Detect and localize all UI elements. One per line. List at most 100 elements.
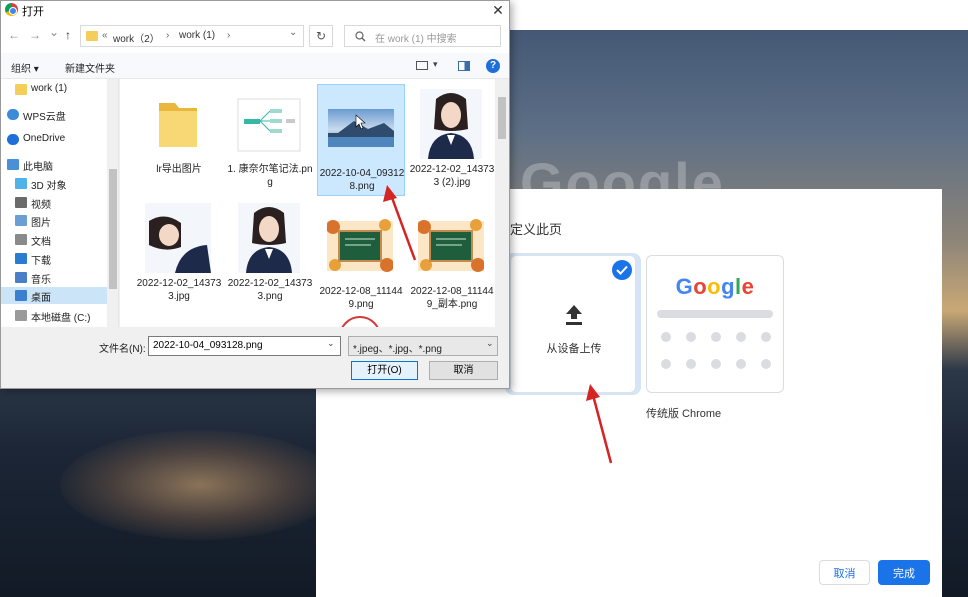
- customize-dialog-title: 定义此页: [510, 222, 563, 237]
- shortcut-dot: [661, 359, 671, 369]
- sidebar-item-label: OneDrive: [23, 133, 66, 144]
- selected-check-icon: [612, 260, 632, 280]
- file-name: 1. 康奈尔笔记法.png: [227, 164, 313, 188]
- file-item[interactable]: [317, 305, 405, 327]
- google-logo-letter: e: [741, 274, 755, 299]
- file-item[interactable]: lr导出图片: [135, 81, 223, 193]
- filename-input[interactable]: 2022-10-04_093128.png: [148, 336, 341, 356]
- file-thumbnail: [236, 89, 302, 159]
- sidebar-item[interactable]: 下载: [1, 250, 109, 267]
- file-thumbnail: [328, 93, 394, 163]
- file-item[interactable]: 2022-12-08_111449.png: [317, 203, 405, 315]
- background-sunset-glow: [60, 430, 340, 540]
- shortcut-dot: [686, 359, 696, 369]
- sidebar-scroll-thumb[interactable]: [109, 169, 117, 289]
- file-open-dialog: 打开 ✕ ← → ⌄ ↑ « work（2） › work (1) › ⌄ ↻ …: [0, 0, 510, 389]
- file-item[interactable]: 1. 康奈尔笔记法.png: [226, 81, 314, 193]
- sidebar-item-label: 文档: [31, 237, 51, 248]
- navigation-bar: ← → ⌄ ↑ « work（2） › work (1) › ⌄ ↻ 在 wor…: [1, 19, 509, 53]
- filetype-select[interactable]: *.jpeg、*.jpg、*.png: [348, 336, 498, 356]
- file-item[interactable]: 2022-12-08_111449_副本.png: [408, 203, 496, 315]
- file-thumbnail: [417, 211, 485, 281]
- refresh-icon[interactable]: ↻: [309, 25, 333, 47]
- classic-chrome-card[interactable]: Google: [646, 255, 784, 393]
- back-arrow-icon[interactable]: ←: [8, 28, 20, 42]
- sidebar-item[interactable]: 3D 对象: [1, 175, 109, 192]
- file-item[interactable]: 2022-12-02_143733.png: [226, 195, 314, 307]
- sidebar-item-label: 视频: [31, 200, 51, 211]
- shortcut-dot: [711, 332, 721, 342]
- sidebar-item[interactable]: 此电脑: [1, 156, 109, 173]
- file-name: 2022-10-04_093128.png: [319, 168, 405, 192]
- sidebar-item-label: WPS云盘: [23, 112, 66, 123]
- up-arrow-icon[interactable]: ↑: [65, 28, 71, 42]
- shortcut-dot: [761, 359, 771, 369]
- file-item[interactable]: 2022-10-04_093128.png: [317, 84, 405, 196]
- pictures-icon: [15, 215, 27, 226]
- shortcut-dot: [711, 359, 721, 369]
- sidebar-item[interactable]: 视频: [1, 194, 109, 211]
- customize-done-button[interactable]: 完成: [878, 560, 930, 585]
- filename-label: 文件名(N):: [99, 344, 146, 355]
- breadcrumb-separator: ›: [227, 30, 231, 41]
- file-name: 2022-12-02_143733.png: [227, 278, 313, 302]
- shortcut-dot: [761, 332, 771, 342]
- filetype-dropdown-icon[interactable]: ⌄: [486, 338, 494, 349]
- documents-icon: [15, 234, 27, 245]
- sidebar-item[interactable]: 文档: [1, 231, 109, 248]
- file-list: lr导出图片 1. 康奈尔笔记法.png 2022-10-04_093128.png…: [120, 79, 509, 327]
- file-list-scrollbar[interactable]: [495, 79, 509, 327]
- view-dropdown-icon[interactable]: ▾: [433, 59, 438, 70]
- file-thumbnail: [418, 89, 484, 159]
- sidebar-item[interactable]: 桌面: [1, 287, 109, 304]
- file-thumbnail: [236, 203, 302, 273]
- google-logo-letter: o: [693, 274, 708, 299]
- file-thumbnail: [327, 313, 393, 327]
- sidebar-item[interactable]: OneDrive: [1, 131, 109, 148]
- dialog-title: 打开: [22, 6, 44, 18]
- sidebar-item[interactable]: 音乐: [1, 269, 109, 286]
- music-icon: [15, 272, 27, 283]
- view-options-icon[interactable]: [416, 61, 428, 70]
- file-list-scroll-thumb[interactable]: [498, 97, 506, 139]
- sidebar-item-label: 桌面: [31, 293, 51, 304]
- google-logo-letter: l: [735, 274, 742, 299]
- address-dropdown-icon[interactable]: ⌄: [289, 27, 297, 38]
- classic-search-bar: [657, 310, 773, 318]
- sidebar-item[interactable]: 图片: [1, 212, 109, 229]
- shortcut-dot: [736, 332, 746, 342]
- close-button[interactable]: ✕: [488, 1, 508, 19]
- breadcrumb-overflow[interactable]: «: [102, 30, 108, 41]
- help-icon[interactable]: ?: [486, 59, 500, 73]
- organize-menu[interactable]: 组织 ▾: [11, 60, 39, 75]
- open-button[interactable]: 打开(O): [351, 361, 418, 380]
- file-name: 2022-12-02_143733.jpg: [136, 278, 222, 302]
- desktop-icon: [15, 290, 27, 301]
- shortcut-dot: [736, 359, 746, 369]
- forward-arrow-icon[interactable]: →: [29, 28, 41, 42]
- sidebar-item[interactable]: WPS云盘: [1, 106, 109, 123]
- sidebar-item[interactable]: work (1): [1, 81, 109, 98]
- dialog-title-bar: 打开 ✕: [1, 1, 509, 19]
- onedrive-icon: [7, 134, 19, 145]
- search-input[interactable]: 在 work (1) 中搜索: [344, 25, 501, 47]
- google-logo-letter: G: [675, 274, 694, 299]
- shortcut-dot: [661, 332, 671, 342]
- breadcrumb-separator: ›: [166, 30, 170, 41]
- recent-locations-icon[interactable]: ⌄: [49, 25, 59, 39]
- filename-dropdown-icon[interactable]: ⌄: [327, 338, 335, 349]
- address-bar[interactable]: « work（2） › work (1) › ⌄: [80, 25, 304, 47]
- new-folder-button[interactable]: 新建文件夹: [65, 60, 115, 75]
- breadcrumb-work-1[interactable]: work (1): [179, 30, 215, 41]
- preview-pane-icon[interactable]: [458, 61, 470, 71]
- customize-cancel-button[interactable]: 取消: [819, 560, 870, 585]
- search-placeholder: 在 work (1) 中搜索: [375, 34, 457, 45]
- sidebar-item[interactable]: 本地磁盘 (C:): [1, 307, 109, 324]
- google-logo-letter: o: [707, 274, 722, 299]
- file-item[interactable]: 2022-12-02_143733.jpg: [135, 195, 223, 307]
- cancel-button[interactable]: 取消: [429, 361, 498, 380]
- file-item[interactable]: 2022-12-02_143733 (2).jpg: [408, 81, 496, 193]
- computer-icon: [7, 159, 19, 170]
- sidebar-scrollbar[interactable]: [107, 79, 118, 327]
- breadcrumb-work-2[interactable]: work（2）: [113, 30, 160, 45]
